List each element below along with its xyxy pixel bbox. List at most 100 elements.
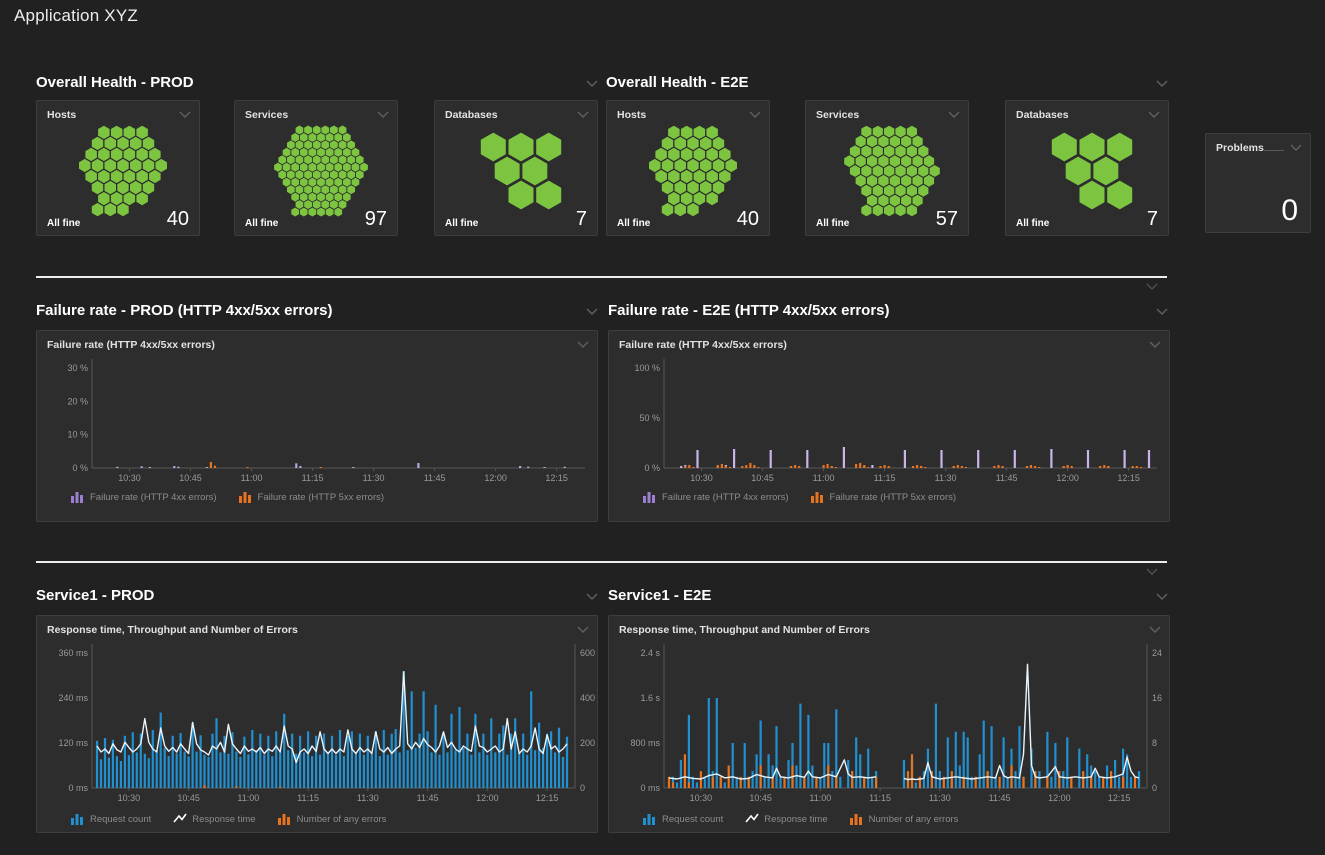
- chevron-down-icon[interactable]: [749, 111, 761, 118]
- hexagon: [675, 159, 687, 172]
- hexagon: [901, 155, 911, 167]
- hexagon: [1080, 133, 1105, 162]
- chevron-down-icon[interactable]: [577, 111, 589, 118]
- hexagon: [149, 170, 161, 183]
- legend-label: Failure rate (HTTP 4xx errors): [662, 492, 789, 503]
- chevron-down-icon[interactable]: [586, 80, 598, 87]
- chart-title: Response time, Throughput and Number of …: [619, 624, 870, 636]
- health-tile-e2e-hosts[interactable]: HostsAll fine40: [606, 100, 770, 236]
- chevron-down-icon[interactable]: [1149, 626, 1161, 633]
- svg-text:11:00: 11:00: [809, 793, 831, 803]
- hexagon: [867, 195, 877, 207]
- chevron-down-icon[interactable]: [586, 308, 598, 315]
- health-tile-prod-databases[interactable]: DatabasesAll fine7: [434, 100, 598, 236]
- hexagon: [278, 155, 286, 164]
- hexagon: [334, 133, 342, 142]
- hexagon: [706, 148, 718, 161]
- hexagon: [136, 170, 148, 183]
- chevron-down-icon[interactable]: [1148, 111, 1160, 118]
- chevron-down-icon[interactable]: [577, 626, 589, 633]
- chevron-down-icon[interactable]: [1156, 80, 1168, 87]
- hexagon: [873, 126, 883, 138]
- chevron-down-icon[interactable]: [377, 111, 389, 118]
- health-count: 7: [1147, 209, 1158, 229]
- svg-text:120 ms: 120 ms: [58, 738, 88, 748]
- hexagon: [873, 145, 883, 157]
- svg-text:11:00: 11:00: [237, 793, 259, 803]
- hexagon: [317, 133, 325, 142]
- honeycomb: [79, 126, 167, 217]
- hexagon: [360, 163, 368, 172]
- svg-text:10:45: 10:45: [179, 473, 202, 483]
- hexagon: [296, 140, 304, 149]
- hexagon: [713, 137, 724, 150]
- hexagon: [347, 140, 355, 149]
- hexagon: [85, 148, 97, 161]
- hexagon: [111, 170, 123, 183]
- hexagon: [343, 133, 351, 142]
- hexagon: [92, 137, 103, 150]
- hexagon: [884, 165, 894, 177]
- hexagon: [304, 126, 312, 135]
- hexagon: [850, 145, 860, 157]
- chart-tile-service_e2e[interactable]: Response time, Throughput and Number of …: [608, 615, 1170, 833]
- chevron-down-icon[interactable]: [179, 111, 191, 118]
- svg-text:0 ms: 0 ms: [68, 783, 88, 793]
- chevron-down-icon[interactable]: [1149, 341, 1161, 348]
- hexagon: [890, 155, 900, 167]
- chevron-down-icon[interactable]: [1156, 593, 1168, 600]
- hexagon: [111, 192, 123, 205]
- hexagon: [300, 133, 308, 142]
- health-tile-prod-hosts[interactable]: HostsAll fine40: [36, 100, 200, 236]
- hexagon: [326, 163, 334, 172]
- health-status: All fine: [816, 218, 849, 229]
- chart-tile-failure_e2e[interactable]: Failure rate (HTTP 4xx/5xx errors)100 %5…: [608, 330, 1170, 522]
- svg-text:11:00: 11:00: [241, 473, 263, 483]
- hexagon: [1080, 181, 1105, 210]
- hexagon: [867, 136, 877, 148]
- hexagon: [105, 159, 117, 172]
- chart-tile-failure_prod[interactable]: Failure rate (HTTP 4xx/5xx errors)30 %20…: [36, 330, 598, 522]
- chevron-down-icon[interactable]: [586, 593, 598, 600]
- health-tile-e2e-databases[interactable]: DatabasesAll fine7: [1005, 100, 1169, 236]
- hexagon: [861, 185, 871, 197]
- hexagon: [509, 133, 534, 162]
- hexagon: [668, 148, 680, 161]
- hexagon: [352, 163, 360, 172]
- hexagon: [884, 185, 894, 197]
- chart-tile-service_prod[interactable]: Response time, Throughput and Number of …: [36, 615, 598, 833]
- svg-text:11:30: 11:30: [363, 473, 385, 483]
- hexagon: [901, 175, 911, 187]
- hexagon: [130, 137, 142, 150]
- chevron-down-icon[interactable]: [948, 111, 960, 118]
- hexagon: [92, 159, 103, 172]
- svg-text:800 ms: 800 ms: [630, 738, 660, 748]
- hexagon: [98, 192, 110, 205]
- section-title-service1-e2e: Service1 - E2E: [608, 587, 711, 604]
- hexagon: [681, 126, 693, 139]
- hexagon: [79, 159, 91, 172]
- chevron-down-icon[interactable]: [1290, 144, 1302, 151]
- chart-legend: Request countResponse timeNumber of any …: [71, 813, 386, 825]
- line-series-icon: [173, 813, 187, 825]
- hexagon: [330, 126, 338, 135]
- hexagon: [913, 195, 923, 207]
- chevron-down-icon[interactable]: [1146, 283, 1158, 290]
- hexagon: [890, 136, 900, 148]
- chevron-down-icon[interactable]: [1156, 308, 1168, 315]
- health-tile-prod-services[interactable]: ServicesAll fine97: [234, 100, 398, 236]
- hexagon: [536, 133, 561, 162]
- chevron-down-icon[interactable]: [577, 341, 589, 348]
- svg-text:11:30: 11:30: [357, 793, 379, 803]
- health-tile-e2e-services[interactable]: ServicesAll fine57: [805, 100, 969, 236]
- hexagon: [343, 148, 351, 157]
- hexagon: [700, 137, 712, 150]
- health-tile-title: Hosts: [47, 109, 76, 121]
- health-count: 57: [936, 209, 958, 229]
- problems-tile[interactable]: Problems 0: [1205, 133, 1311, 233]
- hexagon: [321, 155, 329, 164]
- chart-service_prod: 360 ms240 ms120 ms0 ms600400200010:3010:…: [37, 616, 599, 834]
- chevron-down-icon[interactable]: [1146, 568, 1158, 575]
- hexagon: [291, 193, 299, 202]
- hexagon: [143, 181, 154, 194]
